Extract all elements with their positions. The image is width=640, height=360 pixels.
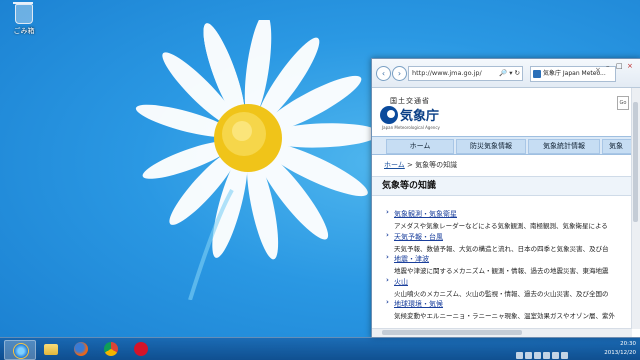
topic-description: 地震や津波に関するメカニズム・観測・情報、過去の地震災害、東海地震 bbox=[394, 267, 609, 275]
agency-english-name: Japan Meteorological Agency bbox=[382, 125, 440, 130]
topic-link[interactable]: 地球環境・気候 bbox=[386, 298, 615, 309]
nav-home[interactable]: ホーム bbox=[386, 139, 454, 154]
search-go-button[interactable]: Go bbox=[617, 96, 629, 110]
topic-description: 火山噴火のメカニズム、火山の監視・情報、過去の火山災害、及び全国の bbox=[394, 289, 609, 298]
taskbar-internet-explorer[interactable] bbox=[4, 340, 36, 360]
clock[interactable]: 20:30 2013/12/20 bbox=[604, 340, 636, 358]
opera-icon bbox=[134, 342, 148, 356]
forward-button[interactable]: › bbox=[392, 66, 407, 81]
vertical-scrollbar[interactable] bbox=[631, 88, 640, 329]
vertical-scroll-thumb[interactable] bbox=[633, 102, 638, 222]
browser-tab-jma[interactable]: 気象庁 Japan Meteo... bbox=[530, 66, 616, 82]
taskbar: 20:30 2013/12/20 bbox=[0, 337, 640, 360]
breadcrumb-current: > 気象等の知識 bbox=[404, 161, 458, 169]
list-item: 気象観測・気象衛星 アメダスや気象レーダーなどによる気象観測、南極観測、気象衛星… bbox=[386, 208, 615, 232]
recycle-bin-label: ごみ箱 bbox=[13, 27, 35, 35]
jma-favicon-icon bbox=[533, 70, 541, 78]
global-nav-menu: ホーム 防災気象情報 気象統計情報 気象 bbox=[372, 136, 632, 155]
topic-description: 気候変動やエルニーニョ・ラニーニャ現象、温室効果ガスやオゾン層、紫外 bbox=[394, 312, 615, 320]
agency-name[interactable]: 気象庁 bbox=[400, 105, 439, 124]
web-page-content: 国土交通省 気象庁 Japan Meteorological Agency Go… bbox=[372, 88, 632, 329]
flag-icon[interactable] bbox=[525, 352, 532, 359]
clock-time: 20:30 bbox=[620, 341, 636, 347]
horizontal-scrollbar[interactable] bbox=[372, 328, 632, 337]
horizontal-scroll-thumb[interactable] bbox=[382, 330, 522, 335]
taskbar-opera[interactable] bbox=[126, 340, 156, 358]
minimize-button[interactable]: – bbox=[606, 62, 610, 70]
taskbar-file-explorer[interactable] bbox=[36, 340, 66, 358]
maximize-button[interactable]: □ bbox=[616, 62, 623, 70]
internet-explorer-window[interactable]: ‹ › http://www.jma.go.jp/ 🔎 ▾ ↻ 気象庁 Japa… bbox=[371, 58, 640, 338]
nav-knowledge[interactable]: 気象 bbox=[602, 139, 632, 154]
address-bar[interactable]: http://www.jma.go.jp/ 🔎 ▾ ↻ bbox=[408, 66, 523, 81]
folder-icon bbox=[44, 344, 58, 355]
recycle-bin-icon bbox=[13, 2, 33, 24]
nav-statistics[interactable]: 気象統計情報 bbox=[528, 139, 600, 154]
list-item: 火山 火山噴火のメカニズム、火山の監視・情報、過去の火山災害、及び全国の bbox=[386, 276, 615, 300]
help-icon[interactable] bbox=[561, 352, 568, 359]
network-icon[interactable] bbox=[516, 352, 523, 359]
close-window-button[interactable]: × bbox=[627, 62, 633, 70]
topic-link[interactable]: 気象観測・気象衛星 bbox=[386, 208, 615, 219]
list-item: 地球環境・気候 気候変動やエルニーニョ・ラニーニャ現象、温室効果ガスやオゾン層、… bbox=[386, 298, 615, 322]
firefox-icon bbox=[74, 342, 88, 356]
taskbar-firefox[interactable] bbox=[66, 340, 96, 358]
taskbar-chrome[interactable] bbox=[96, 340, 126, 358]
breadcrumb-home-link[interactable]: ホーム bbox=[384, 161, 405, 169]
clock-date: 2013/12/20 bbox=[604, 350, 636, 356]
topic-link[interactable]: 天気予報・台風 bbox=[386, 231, 615, 242]
volume-icon[interactable] bbox=[534, 352, 541, 359]
jma-logo-icon[interactable] bbox=[380, 106, 398, 124]
ime-icon[interactable] bbox=[543, 352, 550, 359]
chrome-icon bbox=[104, 342, 118, 356]
desktop-background: ごみ箱 ‹ › http://www.jma.go.jp/ 🔎 ▾ ↻ 気象庁 … bbox=[0, 0, 640, 360]
nav-disaster-info[interactable]: 防災気象情報 bbox=[456, 139, 526, 154]
back-button[interactable]: ‹ bbox=[376, 66, 391, 81]
recycle-bin[interactable]: ごみ箱 bbox=[6, 2, 42, 36]
list-item: 地震・津波 地震や津波に関するメカニズム・観測・情報、過去の地震災害、東海地震 bbox=[386, 253, 615, 277]
page-heading: 気象等の知識 bbox=[372, 176, 632, 196]
topic-link[interactable]: 火山 bbox=[386, 276, 615, 287]
address-url: http://www.jma.go.jp/ bbox=[412, 69, 482, 77]
tab-close-button[interactable]: × bbox=[595, 66, 601, 74]
topic-description: 天気予報、数値予報、大気の構造と流れ、日本の四季と気象災害、及び台 bbox=[394, 244, 609, 253]
browser-toolbar: ‹ › http://www.jma.go.jp/ 🔎 ▾ ↻ 気象庁 Japa… bbox=[372, 59, 640, 88]
system-tray-icons[interactable] bbox=[516, 344, 596, 359]
mouse-cursor-icon bbox=[554, 202, 558, 211]
list-item: 天気予報・台風 天気予報、数値予報、大気の構造と流れ、日本の四季と気象災害、及び… bbox=[386, 231, 615, 255]
topic-link[interactable]: 地震・津波 bbox=[386, 253, 615, 264]
topic-list: 気象観測・気象衛星 アメダスや気象レーダーなどによる気象観測、南極観測、気象衛星… bbox=[386, 208, 615, 322]
daisy-wallpaper-image bbox=[135, 20, 380, 300]
topic-description: アメダスや気象レーダーなどによる気象観測、南極観測、気象衛星による bbox=[394, 222, 608, 230]
keyboard-icon[interactable] bbox=[552, 352, 559, 359]
internet-explorer-icon bbox=[13, 343, 29, 359]
address-controls-icon[interactable]: 🔎 ▾ ↻ bbox=[499, 67, 520, 80]
breadcrumb: ホーム > 気象等の知識 bbox=[384, 160, 457, 170]
